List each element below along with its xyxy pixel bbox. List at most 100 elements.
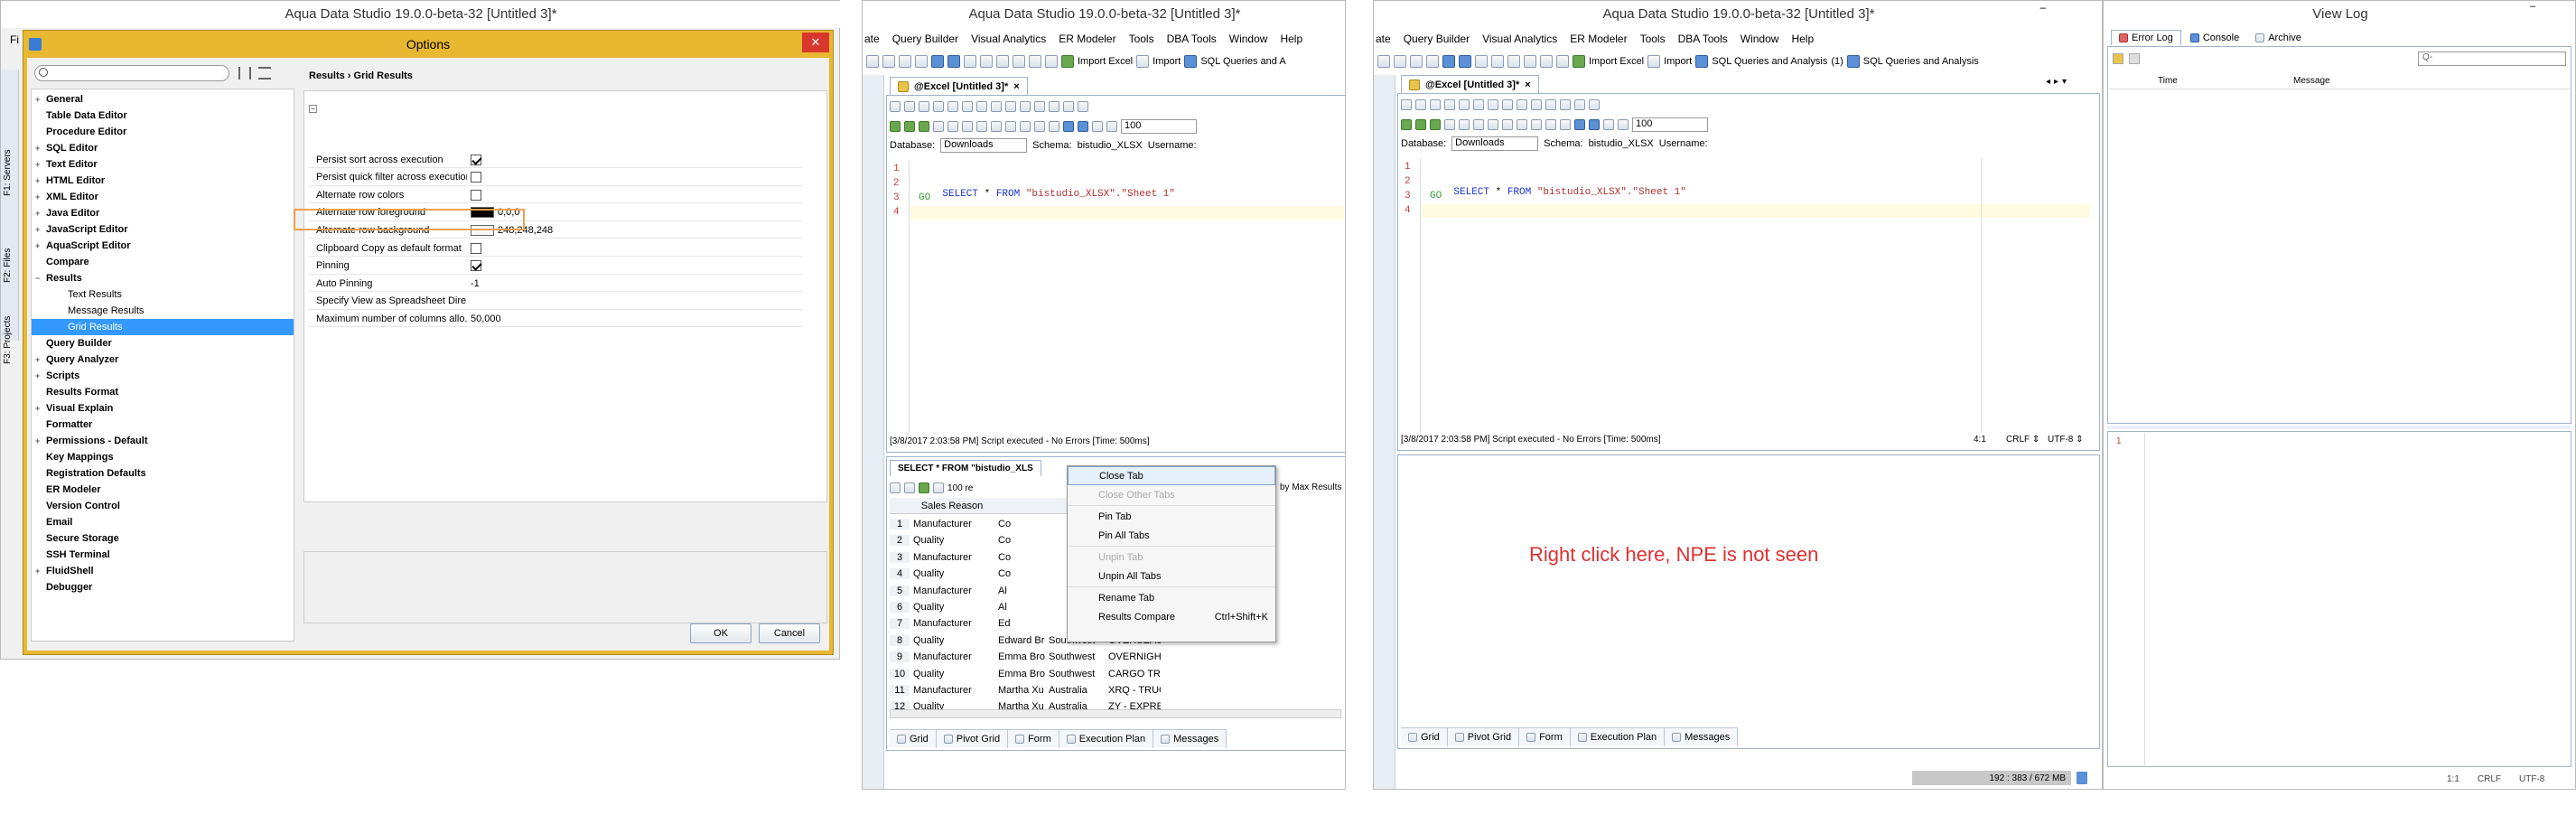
toolbar-icon[interactable] xyxy=(1034,121,1045,132)
menu-item[interactable]: Query Builder xyxy=(1404,33,1470,45)
context-menu-item[interactable]: Rename Tab xyxy=(1068,588,1275,607)
tab-execution-plan[interactable]: Execution Plan xyxy=(1059,730,1154,748)
toolbar-icon[interactable] xyxy=(1556,55,1569,68)
execute-icon[interactable] xyxy=(890,121,901,132)
minimize-button[interactable]: – xyxy=(2031,1,2055,17)
property-row[interactable]: Clipboard Copy as default format xyxy=(309,240,802,257)
status-crlf[interactable]: CRLF ⇕ xyxy=(2006,435,2039,445)
tree-item[interactable]: Debugger xyxy=(32,579,294,595)
menu-item[interactable]: Tools xyxy=(1640,33,1666,45)
tree-item[interactable]: Message Results xyxy=(32,303,294,319)
toolbar-icon[interactable] xyxy=(1394,55,1406,68)
toolbar-icon[interactable] xyxy=(1545,119,1556,130)
toolbar-icon[interactable] xyxy=(1488,119,1498,130)
import-button[interactable]: Import xyxy=(1153,56,1181,67)
menu-item[interactable]: ER Modeler xyxy=(1570,33,1627,45)
trash-icon[interactable] xyxy=(2077,772,2087,784)
sql-editor-line[interactable]: SELECT * FROM "bistudio_XLSX"."Sheet 1" xyxy=(919,178,1174,211)
toolbar-icon[interactable] xyxy=(904,101,915,112)
menu-item[interactable]: DBA Tools xyxy=(1167,33,1217,45)
toolbar-icon[interactable] xyxy=(1531,99,1542,110)
toolbar-icon[interactable] xyxy=(1507,55,1520,68)
zoom-input[interactable]: 100 xyxy=(1121,119,1197,134)
toolbar-icon[interactable] xyxy=(904,482,915,493)
toolbar-icon[interactable] xyxy=(1473,119,1484,130)
toolbar-icon[interactable] xyxy=(1459,119,1470,130)
editor-tab[interactable]: @Excel [Untitled 3]* × xyxy=(890,77,1028,95)
menu-item[interactable]: Visual Analytics xyxy=(971,33,1046,45)
toolbar-icon[interactable] xyxy=(1106,121,1117,132)
toolbar-icon[interactable] xyxy=(919,482,929,493)
tree-item[interactable]: + FluidShell xyxy=(32,563,294,579)
tree-item[interactable]: Query Builder xyxy=(32,335,294,351)
property-checkbox[interactable] xyxy=(471,172,481,183)
expand-all-icon[interactable] xyxy=(238,67,251,80)
tree-item[interactable]: Grid Results xyxy=(32,319,294,335)
toolbar-icon[interactable] xyxy=(1459,99,1470,110)
tab-grid[interactable]: Grid xyxy=(1401,728,1448,746)
toolbar-icon[interactable] xyxy=(962,101,973,112)
tree-item[interactable]: Secure Storage xyxy=(32,530,294,547)
tree-item[interactable]: SSH Terminal xyxy=(32,547,294,563)
database-select[interactable]: Downloads xyxy=(1451,136,1539,151)
toolbar-icon[interactable] xyxy=(1517,99,1527,110)
col-message[interactable]: Message xyxy=(2293,76,2330,86)
tree-item[interactable]: Registration Defaults xyxy=(32,465,294,482)
toolbar-icon[interactable] xyxy=(1502,99,1513,110)
side-tab-servers[interactable]: F1: Servers xyxy=(3,133,13,196)
window1-menu-fragment[interactable]: Fi xyxy=(10,33,19,46)
cancel-button[interactable]: Cancel xyxy=(759,623,820,643)
toolbar-icon[interactable] xyxy=(1491,55,1504,68)
tree-item[interactable]: + SQL Editor xyxy=(32,140,294,156)
toolbar-icon[interactable] xyxy=(991,101,1002,112)
menu-item[interactable]: DBA Tools xyxy=(1678,33,1728,45)
property-checkbox[interactable] xyxy=(471,242,481,254)
toolbar-icon[interactable] xyxy=(1444,119,1455,130)
toolbar-icon[interactable] xyxy=(962,121,973,132)
splitter[interactable] xyxy=(2107,426,2571,429)
toolbar-icon[interactable] xyxy=(1502,119,1513,130)
toolbar-icon[interactable] xyxy=(980,55,993,68)
toolbar-icon[interactable] xyxy=(1034,101,1045,112)
tree-item[interactable]: Results Format xyxy=(32,384,294,400)
property-value[interactable] xyxy=(467,189,802,201)
property-checkbox[interactable] xyxy=(471,260,481,272)
tab-archive[interactable]: Archive xyxy=(2248,30,2309,45)
log-filter-input[interactable]: Q- xyxy=(2418,52,2566,66)
toolbar-icon[interactable] xyxy=(1078,121,1088,132)
toolbar-icon[interactable] xyxy=(1545,99,1556,110)
menu-item[interactable]: Visual Analytics xyxy=(1482,33,1557,45)
toolbar-icon[interactable] xyxy=(1401,99,1412,110)
close-tab-icon[interactable]: × xyxy=(1013,81,1019,92)
execute-icon[interactable] xyxy=(1415,119,1426,130)
import-excel-button[interactable]: Import Excel xyxy=(1078,56,1133,67)
tree-item[interactable]: Key Mappings xyxy=(32,449,294,465)
property-value[interactable] xyxy=(467,154,802,165)
context-menu-item[interactable]: Pin All Tabs xyxy=(1068,526,1275,545)
context-menu-item[interactable]: Close Tab xyxy=(1068,466,1275,485)
zoom-input[interactable]: 100 xyxy=(1632,117,1708,132)
menu-item[interactable]: Help xyxy=(1280,33,1302,45)
tree-expander-icon[interactable]: + xyxy=(35,400,46,417)
tab-error-log[interactable]: Error Log xyxy=(2111,30,2181,45)
toolbar-icon[interactable] xyxy=(1020,121,1031,132)
tab-pivot-grid[interactable]: Pivot Grid xyxy=(1448,728,1520,746)
tree-expander-icon[interactable]: + xyxy=(35,368,46,384)
tree-item[interactable]: ER Modeler xyxy=(32,482,294,498)
toolbar-icon[interactable] xyxy=(1442,55,1455,68)
property-value[interactable]: 50,000 xyxy=(467,314,802,324)
tab-form[interactable]: Form xyxy=(1519,728,1571,746)
tree-expander-icon[interactable]: + xyxy=(35,433,46,449)
table-row[interactable]: 10Quality Emma Brown Southwest CARGO TRANSP… xyxy=(890,666,1161,682)
tree-expander-icon[interactable]: + xyxy=(35,238,46,254)
sql-editor-line[interactable]: SELECT * FROM "bistudio_XLSX"."Sheet 1" xyxy=(1430,176,1685,209)
tab-nav-arrows[interactable]: ◂▸▾ xyxy=(2046,77,2070,87)
tab-execution-plan[interactable]: Execution Plan xyxy=(1571,728,1666,746)
toolbar-icon[interactable] xyxy=(976,101,987,112)
property-row[interactable]: Alternate row colors xyxy=(309,187,802,204)
toolbar-icon[interactable] xyxy=(976,121,987,132)
side-tab-files[interactable]: F2: Files xyxy=(3,229,13,283)
tree-item[interactable]: Compare xyxy=(32,254,294,270)
context-menu-item[interactable]: Results Compare Ctrl+Shift+K xyxy=(1068,607,1275,626)
tab-form[interactable]: Form xyxy=(1008,730,1059,748)
